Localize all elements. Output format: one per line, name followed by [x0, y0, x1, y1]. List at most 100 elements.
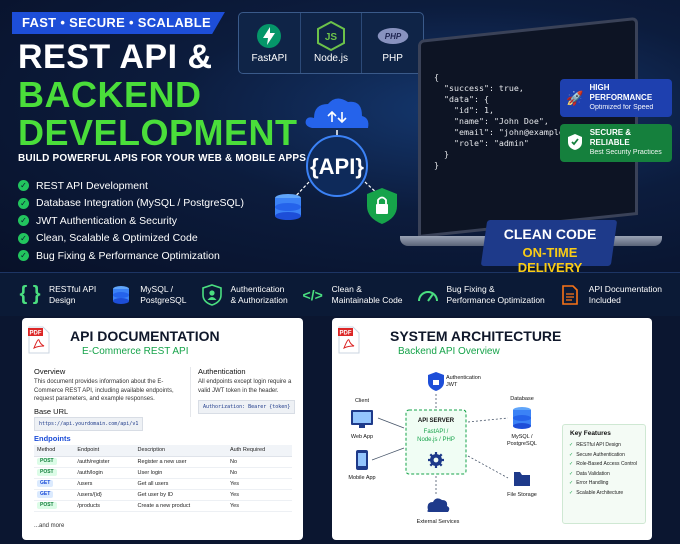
- endpoint-cell: /auth/register: [74, 456, 135, 468]
- check-icon: ✓: [18, 250, 29, 262]
- document-icon: [558, 283, 582, 307]
- service-label: & Authorization: [230, 294, 288, 305]
- svg-text:PHP: PHP: [384, 32, 401, 41]
- feature-label: Database Integration (MySQL / PostgreSQL…: [36, 197, 244, 210]
- check-icon: ✓: [569, 489, 574, 496]
- column-header: Auth Required: [227, 445, 292, 457]
- code-line: }: [434, 149, 449, 159]
- code-icon: </>: [302, 286, 323, 303]
- badge-sub: Best Security Practices: [589, 149, 662, 156]
- endpoint-cell: /products: [74, 500, 135, 512]
- badge-high-performance: 🚀 HIGH PERFORMANCE Optimized for Speed: [560, 79, 672, 117]
- title-line-1: REST API &: [18, 38, 213, 76]
- shield-check-icon: [566, 133, 584, 154]
- badge-secure: SECURE & RELIABLE Best Security Practice…: [560, 124, 672, 162]
- database-icon: [513, 407, 531, 429]
- client-label: Client: [355, 398, 370, 404]
- database-icon: [109, 283, 133, 307]
- doc-title: API DOCUMENTATION: [70, 328, 220, 344]
- title-line-2: BACKEND: [18, 74, 202, 115]
- fastapi-icon: [253, 22, 285, 50]
- feature-item: ✓ Database Integration (MySQL / PostgreSQ…: [18, 195, 244, 213]
- service-database: MySQL / PostgreSQL: [109, 283, 187, 307]
- cloud-icon: [427, 498, 450, 512]
- feature-text: RESTful API Design: [576, 442, 621, 448]
- table-row: POST /products Create a new product Yes: [34, 500, 292, 512]
- auth-jwt-label: JWT: [446, 382, 458, 388]
- system-architecture-card: PDF SYSTEM ARCHITECTURE Backend API Over…: [332, 318, 652, 540]
- on-time-delivery-text: ON-TIME DELIVERY: [517, 245, 583, 272]
- service-label: Included: [588, 294, 621, 305]
- feature-text: Error Handling: [576, 480, 609, 487]
- auth-label: Authentication: [446, 375, 481, 381]
- method-badge: GET: [37, 480, 54, 487]
- list-item: ✓ RESTful API Design: [569, 442, 637, 448]
- badge-title: HIGH PERFORMANCE: [589, 83, 653, 102]
- service-docs: API Documentation Included: [558, 283, 662, 307]
- clean-code-text: CLEAN CODE: [503, 226, 597, 242]
- feature-item: ✓ REST API Development: [18, 177, 244, 195]
- table-row: GET /users/{id} Get user by ID Yes: [34, 489, 292, 501]
- auth-cell: Yes: [227, 489, 292, 501]
- feature-text: Secure Authentication: [576, 451, 625, 458]
- table-row: POST /auth/login User login No: [34, 467, 292, 479]
- external-services-label: External Services: [417, 519, 460, 525]
- title-line-3: DEVELOPMENT: [18, 112, 298, 153]
- promo-banner: FAST • SECURE • SCALABLE REST API & BACK…: [0, 0, 680, 544]
- service-label: Clean &: [331, 283, 362, 294]
- check-icon: ✓: [569, 470, 574, 477]
- check-icon: ✓: [569, 451, 574, 458]
- tagline: FAST • SECURE • SCALABLE: [12, 12, 225, 34]
- description-cell: Get all users: [134, 478, 227, 490]
- code-line: "id": 1,: [434, 105, 494, 115]
- tech-stack-box: FastAPI JS Node.js PHP PHP: [238, 12, 424, 74]
- code-line: "success": true,: [434, 83, 524, 93]
- method-badge: POST: [37, 469, 57, 476]
- gear-icon: [428, 452, 444, 468]
- web-app-label: Web App: [351, 434, 373, 440]
- overview-text: This document provides information about…: [34, 379, 174, 402]
- table-row: GET /users Get all users Yes: [34, 478, 292, 490]
- shield-icon: [428, 372, 444, 391]
- service-label: API Documentation: [588, 283, 662, 294]
- service-label: Maintainable Code: [331, 294, 403, 305]
- feature-text: Data Validation: [576, 470, 610, 477]
- overview-heading: Overview: [34, 367, 66, 376]
- phone-icon: [356, 450, 368, 470]
- service-label: Design: [49, 294, 76, 305]
- auth-cell: No: [227, 456, 292, 468]
- nodejs-icon: JS: [315, 21, 347, 51]
- database-icon: [275, 194, 301, 220]
- feature-label: REST API Development: [36, 179, 148, 192]
- list-item: ✓ Secure Authentication: [569, 452, 637, 458]
- file-storage-label: File Storage: [507, 492, 537, 498]
- badge-title: SECURE & RELIABLE: [589, 128, 632, 147]
- auth-header-code: Authorization: Bearer {token}: [198, 400, 296, 414]
- list-item: ✓ Error Handling: [569, 480, 637, 486]
- check-icon: ✓: [569, 442, 574, 448]
- check-icon: ✓: [18, 197, 29, 209]
- code-line: "data": {: [434, 94, 489, 104]
- description-cell: Get user by ID: [134, 489, 227, 501]
- db-line-2: PostgreSQL: [507, 441, 537, 447]
- description-cell: Create a new product: [134, 500, 227, 512]
- check-icon: ✓: [18, 232, 29, 244]
- list-item: ✓ Scalable Architecture: [569, 490, 637, 496]
- pdf-label: PDF: [30, 331, 42, 337]
- check-icon: ✓: [569, 461, 574, 468]
- api-diagram: {API}: [275, 98, 397, 224]
- server-line-2: Node.js / PHP: [417, 437, 455, 443]
- tech-label: Node.js: [314, 53, 348, 64]
- server-line-1: FastAPI /: [424, 429, 449, 435]
- tech-label: FastAPI: [251, 53, 288, 64]
- service-clean-code: </> Clean & Maintainable Code: [301, 283, 403, 307]
- endpoint-cell: /auth/login: [74, 467, 135, 479]
- pdf-icon: PDF: [28, 326, 50, 354]
- db-line-1: MySQL /: [511, 434, 533, 440]
- code-line: "name": "John Doe",: [434, 116, 549, 126]
- svg-text:JS: JS: [325, 32, 338, 43]
- gauge-icon: [416, 283, 440, 307]
- authentication-heading: Authentication: [198, 367, 246, 376]
- tech-nodejs: JS Node.js: [301, 13, 363, 73]
- doc-subtitle: E-Commerce REST API: [82, 346, 189, 357]
